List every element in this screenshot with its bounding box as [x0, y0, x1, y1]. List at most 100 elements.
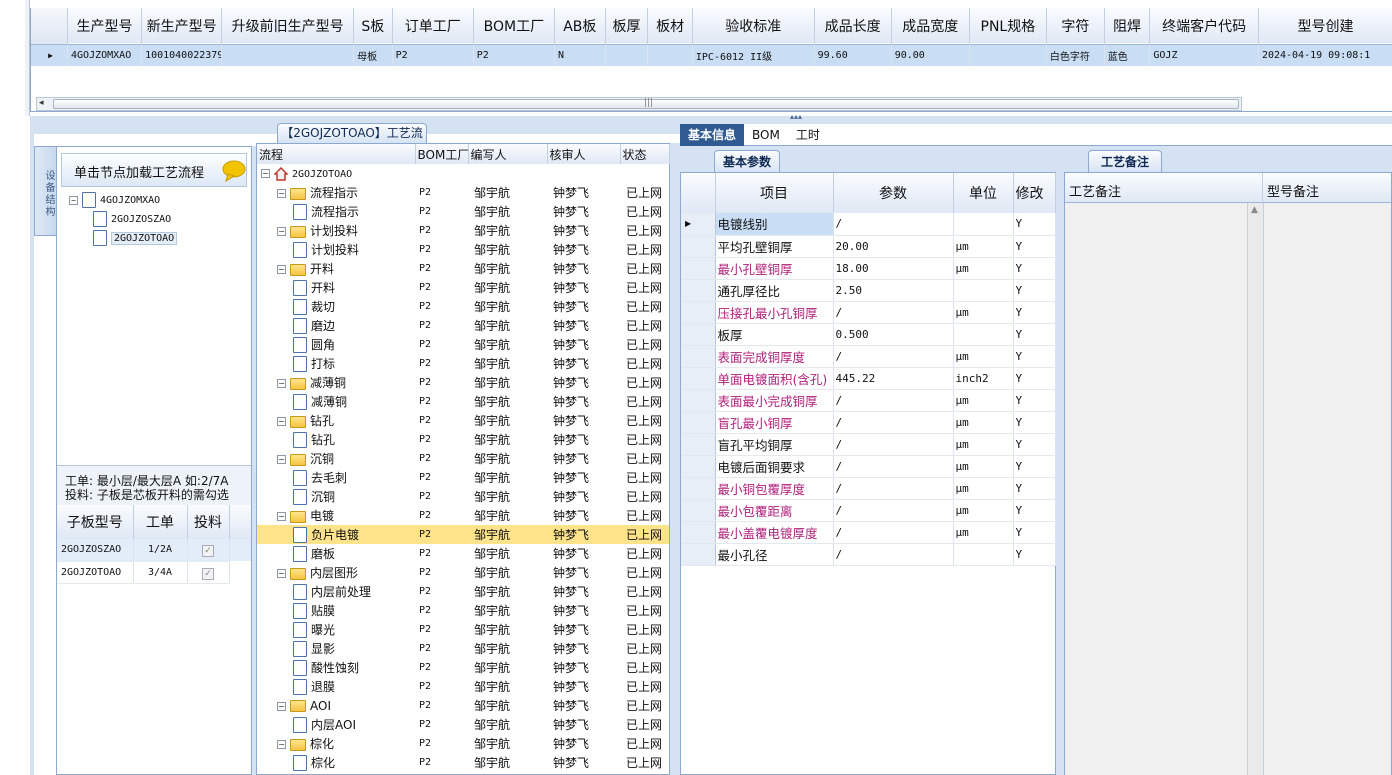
column-header[interactable]: AB板 — [554, 8, 606, 44]
param-mod-cell[interactable]: Y — [1013, 477, 1056, 500]
flow-status-cell[interactable]: 已上网 — [620, 715, 669, 734]
flow-writer-cell[interactable]: 邹宇航 — [468, 753, 547, 772]
tab-1[interactable]: BOM — [744, 124, 788, 146]
column-header[interactable]: 生产型号 — [67, 8, 143, 44]
flow-status-cell[interactable]: 已上网 — [620, 430, 669, 449]
flow-writer-cell[interactable]: 邹宇航 — [468, 468, 547, 487]
horizontal-scrollbar[interactable]: ◂ ||| — [36, 97, 1242, 111]
column-header[interactable]: 订单工厂 — [392, 8, 474, 44]
param-item-cell[interactable]: 板厚 — [715, 323, 834, 346]
row-header[interactable] — [681, 301, 716, 324]
flow-status-cell[interactable]: 已上网 — [620, 468, 669, 487]
param-item-cell[interactable]: 电镀后面铜要求 — [715, 455, 834, 478]
flow-name-cell[interactable]: 内层前处理 — [257, 582, 415, 601]
flow-name-cell[interactable]: − 电镀 — [257, 506, 415, 525]
flow-bom-cell[interactable]: P2 — [415, 221, 468, 240]
param-unit-cell[interactable]: inch2 — [953, 367, 1014, 390]
flow-name-cell[interactable]: 钻孔 — [257, 430, 415, 449]
flow-status-cell[interactable]: 已上网 — [620, 601, 669, 620]
flow-step-row[interactable]: 开料 P2 邹宇航 钟梦飞 已上网 — [257, 278, 669, 297]
flow-step-row[interactable]: 去毛刺 P2 邹宇航 钟梦飞 已上网 — [257, 468, 669, 487]
row-header[interactable] — [681, 389, 716, 412]
flow-name-cell[interactable]: − AOI — [257, 696, 415, 715]
flow-name-cell[interactable]: 贴膜 — [257, 601, 415, 620]
row-header[interactable] — [681, 477, 716, 500]
flow-bom-cell[interactable]: P2 — [415, 449, 468, 468]
param-value-cell[interactable]: / — [833, 345, 954, 368]
flow-bom-cell[interactable]: P2 — [415, 487, 468, 506]
feed-checkbox[interactable]: ✓ — [187, 539, 230, 562]
flow-bom-cell[interactable]: P2 — [415, 259, 468, 278]
flow-status-cell[interactable]: 已上网 — [620, 411, 669, 430]
flow-writer-cell[interactable]: 邹宇航 — [468, 354, 547, 373]
param-panel-title[interactable]: 基本参数 — [714, 150, 780, 172]
table-cell[interactable]: 4GOJZOMXAO — [67, 44, 143, 66]
table-cell[interactable]: 99.60 — [814, 44, 892, 66]
row-header[interactable] — [681, 499, 716, 522]
flow-status-cell[interactable]: 已上网 — [620, 354, 669, 373]
flow-status-cell[interactable]: 已上网 — [620, 183, 669, 202]
flow-name-cell[interactable]: 磨板 — [257, 544, 415, 563]
param-unit-cell[interactable]: μm — [953, 389, 1014, 412]
flow-name-cell[interactable]: 减薄铜 — [257, 392, 415, 411]
flow-bom-cell[interactable]: P2 — [415, 639, 468, 658]
param-unit-cell[interactable] — [953, 543, 1014, 566]
flow-status-cell[interactable]: 已上网 — [620, 240, 669, 259]
param-item-cell[interactable]: 压接孔最小孔铜厚 — [715, 301, 834, 324]
param-row[interactable]: 最小铜包覆厚度 / μm Y — [681, 477, 1056, 500]
table-cell[interactable]: 10010400223793 — [141, 44, 223, 66]
flow-name-cell[interactable]: − 减薄铜 — [257, 373, 415, 392]
param-mod-cell[interactable]: Y — [1013, 323, 1056, 346]
flow-group-row[interactable]: − 钻孔 P2 邹宇航 钟梦飞 已上网 — [257, 411, 669, 430]
flow-writer-cell[interactable]: 邹宇航 — [468, 715, 547, 734]
flow-reviewer-cell[interactable]: 钟梦飞 — [547, 639, 620, 658]
param-mod-cell[interactable]: Y — [1013, 235, 1056, 258]
flow-status-cell[interactable]: 已上网 — [620, 677, 669, 696]
param-item-cell[interactable]: 表面最小完成铜厚 — [715, 389, 834, 412]
flow-group-row[interactable]: − 棕化 P2 邹宇航 钟梦飞 已上网 — [257, 734, 669, 753]
flow-step-row[interactable]: 圆角 P2 邹宇航 钟梦飞 已上网 — [257, 335, 669, 354]
column-header[interactable]: 型号创建 — [1258, 8, 1392, 44]
sub-order-cell[interactable]: 3/4A — [133, 561, 188, 584]
flow-status-cell[interactable]: 已上网 — [620, 696, 669, 715]
flow-bom-cell[interactable]: P2 — [415, 696, 468, 715]
structure-tree[interactable]: − 4GOJZOMXAO 2GOJZOSZAO 2GOJZOTOAO — [63, 191, 249, 463]
table-cell[interactable] — [221, 44, 355, 66]
flow-reviewer-cell[interactable]: 钟梦飞 — [547, 202, 620, 221]
table-cell[interactable]: 蓝色 — [1104, 44, 1151, 66]
param-item-cell[interactable]: 盲孔最小铜厚 — [715, 411, 834, 434]
param-unit-cell[interactable]: μm — [953, 235, 1014, 258]
sub-model-cell[interactable]: 2GOJZOTOAO — [57, 561, 134, 584]
flow-bom-cell[interactable]: P2 — [415, 468, 468, 487]
flow-writer-cell[interactable]: 邹宇航 — [468, 183, 547, 202]
param-row[interactable]: 通孔厚径比 2.50 Y — [681, 279, 1056, 302]
flow-reviewer-cell[interactable]: 钟梦飞 — [547, 563, 620, 582]
param-mod-cell[interactable]: Y — [1013, 433, 1056, 456]
flow-writer-cell[interactable]: 邹宇航 — [468, 449, 547, 468]
flow-status-cell[interactable]: 已上网 — [620, 658, 669, 677]
column-header[interactable]: S板 — [353, 8, 393, 44]
flow-group-row[interactable]: − 减薄铜 P2 邹宇航 钟梦飞 已上网 — [257, 373, 669, 392]
flow-writer-cell[interactable]: 邹宇航 — [468, 658, 547, 677]
flow-status-cell[interactable]: 已上网 — [620, 582, 669, 601]
param-unit-cell[interactable]: μm — [953, 499, 1014, 522]
param-mod-cell[interactable]: Y — [1013, 257, 1056, 280]
flow-name-cell[interactable]: 退膜 — [257, 677, 415, 696]
flow-writer-cell[interactable]: 邹宇航 — [468, 696, 547, 715]
flow-step-row[interactable]: 裁切 P2 邹宇航 钟梦飞 已上网 — [257, 297, 669, 316]
tree-node[interactable]: 2GOJZOTOAO — [63, 229, 249, 248]
flow-reviewer-cell[interactable]: 钟梦飞 — [547, 411, 620, 430]
param-column-header[interactable]: 项目 — [715, 173, 834, 213]
param-column-header[interactable]: 参数 — [833, 173, 954, 213]
flow-reviewer-cell[interactable]: 钟梦飞 — [547, 734, 620, 753]
flow-reviewer-cell[interactable]: 钟梦飞 — [547, 335, 620, 354]
table-cell[interactable]: 白色字符 — [1046, 44, 1105, 66]
table-cell[interactable]: GOJZ — [1149, 44, 1259, 66]
flow-step-row[interactable]: 磨边 P2 邹宇航 钟梦飞 已上网 — [257, 316, 669, 335]
flow-bom-cell[interactable]: P2 — [415, 734, 468, 753]
flow-writer-cell[interactable]: 邹宇航 — [468, 544, 547, 563]
param-value-cell[interactable]: / — [833, 389, 954, 412]
flow-name-cell[interactable]: − 流程指示 — [257, 183, 415, 202]
flow-root-row[interactable]: − 2GOJZOTOAO — [257, 164, 669, 183]
flow-status-cell[interactable]: 已上网 — [620, 297, 669, 316]
